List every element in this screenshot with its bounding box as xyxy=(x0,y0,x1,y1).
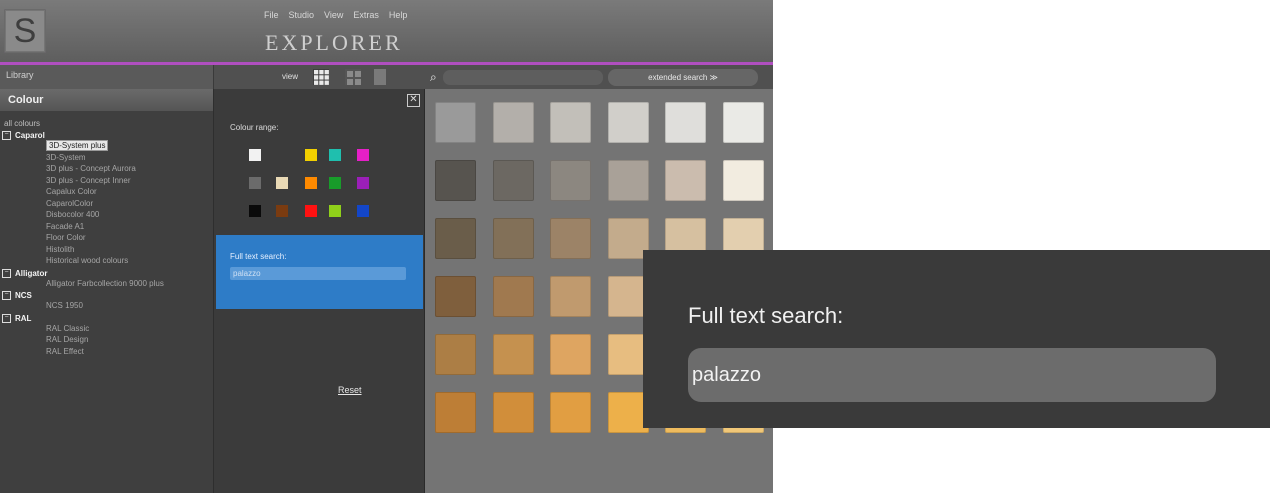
colour-tile[interactable] xyxy=(550,160,591,201)
colour-tile[interactable] xyxy=(435,160,476,201)
tree-group-label: NCS xyxy=(15,291,32,300)
colour-tile[interactable] xyxy=(435,334,476,375)
colour-tree: all colours − Caparol 3D-System plus 3D-S… xyxy=(0,111,213,358)
collapse-icon[interactable]: − xyxy=(2,131,11,140)
colour-swatch[interactable] xyxy=(249,177,261,189)
colour-tile[interactable] xyxy=(492,334,534,375)
full-text-search-input[interactable]: palazzo xyxy=(230,267,406,280)
collapse-icon[interactable]: − xyxy=(2,268,11,278)
tree-item[interactable]: 3D plus - Concept Aurora xyxy=(0,164,213,176)
colour-swatch[interactable] xyxy=(329,149,341,161)
colour-swatch[interactable] xyxy=(357,205,369,217)
colour-swatch[interactable] xyxy=(305,149,317,161)
colour-tile[interactable] xyxy=(492,276,534,317)
colour-swatch[interactable] xyxy=(357,177,369,189)
colour-tile[interactable] xyxy=(722,160,764,201)
colour-tile[interactable] xyxy=(435,276,476,317)
sidebar-header: Colour xyxy=(0,89,213,111)
colour-tile[interactable] xyxy=(722,102,764,143)
toolbar: Library view ⌕ extended search ≫ xyxy=(0,65,773,89)
colour-tile[interactable] xyxy=(607,160,649,201)
tree-item[interactable]: Floor Color xyxy=(0,233,213,245)
colour-tile[interactable] xyxy=(492,102,534,143)
tree-group-ral[interactable]: − RAL xyxy=(0,313,213,324)
grid-small-view-icon[interactable] xyxy=(313,69,329,85)
colour-tile[interactable] xyxy=(665,160,706,201)
colour-swatch[interactable] xyxy=(329,205,341,217)
grid-large-view-icon[interactable] xyxy=(345,69,361,85)
menu-help[interactable]: Help xyxy=(389,10,408,20)
colour-tile[interactable] xyxy=(550,334,591,375)
callout-full-text-input[interactable]: palazzo xyxy=(688,348,1216,402)
colour-tile[interactable] xyxy=(607,102,649,143)
collapse-icon[interactable]: − xyxy=(2,291,11,300)
colour-swatch[interactable] xyxy=(249,149,261,161)
logo-letter-s: S xyxy=(4,9,46,53)
library-sidebar: Colour all colours − Caparol 3D-System pl… xyxy=(0,89,214,493)
colour-tile[interactable] xyxy=(492,160,534,201)
tree-item[interactable]: RAL Effect xyxy=(0,347,213,359)
colour-swatch[interactable] xyxy=(276,205,288,217)
reset-link[interactable]: Reset xyxy=(338,385,362,395)
library-tab[interactable]: Library xyxy=(0,65,214,89)
tree-item[interactable]: NCS 1950 xyxy=(0,301,213,313)
tree-item[interactable]: Alligator Farbcollection 9000 plus xyxy=(0,279,213,291)
app-subtitle: EXPLORER xyxy=(265,30,403,55)
colour-swatch[interactable] xyxy=(276,177,288,189)
tree-item[interactable]: Capalux Color xyxy=(0,187,213,199)
filter-panel: ✕ Colour range: Full text search: palazz… xyxy=(214,89,425,493)
search-input[interactable] xyxy=(443,70,603,85)
tree-item[interactable]: RAL Design xyxy=(0,335,213,347)
extended-search-button[interactable]: extended search ≫ xyxy=(608,69,758,86)
menu-bar: File Studio View Extras Help xyxy=(264,10,407,20)
tree-group-ncs[interactable]: − NCS xyxy=(0,290,213,301)
colour-tile[interactable] xyxy=(550,276,591,317)
search-icon: ⌕ xyxy=(430,70,437,84)
colour-swatch[interactable] xyxy=(249,205,261,217)
zoom-callout: Full text search: palazzo xyxy=(643,250,1270,428)
tree-item[interactable]: Disbocolor 400 xyxy=(0,210,213,222)
full-text-search-section: Full text search: palazzo xyxy=(216,235,423,309)
tree-item-selected[interactable]: 3D-System plus xyxy=(0,140,213,153)
tree-item[interactable]: Historical wood colours xyxy=(0,256,213,268)
tree-item[interactable]: CaparolColor xyxy=(0,199,213,211)
detail-view-icon[interactable] xyxy=(374,69,386,85)
colour-tile[interactable] xyxy=(492,392,534,433)
colour-range-label: Colour range: xyxy=(230,123,279,132)
colour-tile[interactable] xyxy=(435,102,476,143)
menu-view[interactable]: View xyxy=(324,10,343,20)
colour-tile[interactable] xyxy=(492,218,534,259)
title-bar: e P 3 M S File Studio View Extras Help E… xyxy=(0,0,773,65)
colour-tile[interactable] xyxy=(550,218,591,259)
tree-item[interactable]: 3D plus - Concept Inner xyxy=(0,176,213,188)
tree-item[interactable]: RAL Classic xyxy=(0,324,213,336)
colour-tile[interactable] xyxy=(665,102,706,143)
menu-extras[interactable]: Extras xyxy=(353,10,379,20)
collapse-icon[interactable]: − xyxy=(2,313,11,323)
tree-group-label: Alligator xyxy=(15,268,48,278)
colour-swatch[interactable] xyxy=(305,205,317,217)
tree-item[interactable]: Facade A1 xyxy=(0,222,213,234)
menu-file[interactable]: File xyxy=(264,10,279,20)
tree-item[interactable]: Histolith xyxy=(0,245,213,257)
tree-item[interactable]: 3D-System xyxy=(0,153,213,165)
tree-root-all-colours[interactable]: all colours xyxy=(0,119,213,130)
tree-group-alligator[interactable]: − Alligator xyxy=(0,268,213,279)
full-text-search-label: Full text search: xyxy=(230,252,287,261)
callout-full-text-label: Full text search: xyxy=(688,303,844,328)
colour-tile[interactable] xyxy=(550,102,591,143)
colour-tile[interactable] xyxy=(435,218,476,259)
colour-swatch[interactable] xyxy=(329,177,341,189)
colour-swatch[interactable] xyxy=(357,149,369,161)
tree-group-label: Caparol xyxy=(15,131,45,140)
view-label: view xyxy=(282,72,299,81)
close-icon[interactable]: ✕ xyxy=(407,94,420,107)
colour-tile[interactable] xyxy=(435,392,476,433)
colour-swatch[interactable] xyxy=(305,177,317,189)
tree-group-label: RAL xyxy=(15,313,32,323)
menu-studio[interactable]: Studio xyxy=(289,10,315,20)
colour-tile[interactable] xyxy=(550,392,591,433)
